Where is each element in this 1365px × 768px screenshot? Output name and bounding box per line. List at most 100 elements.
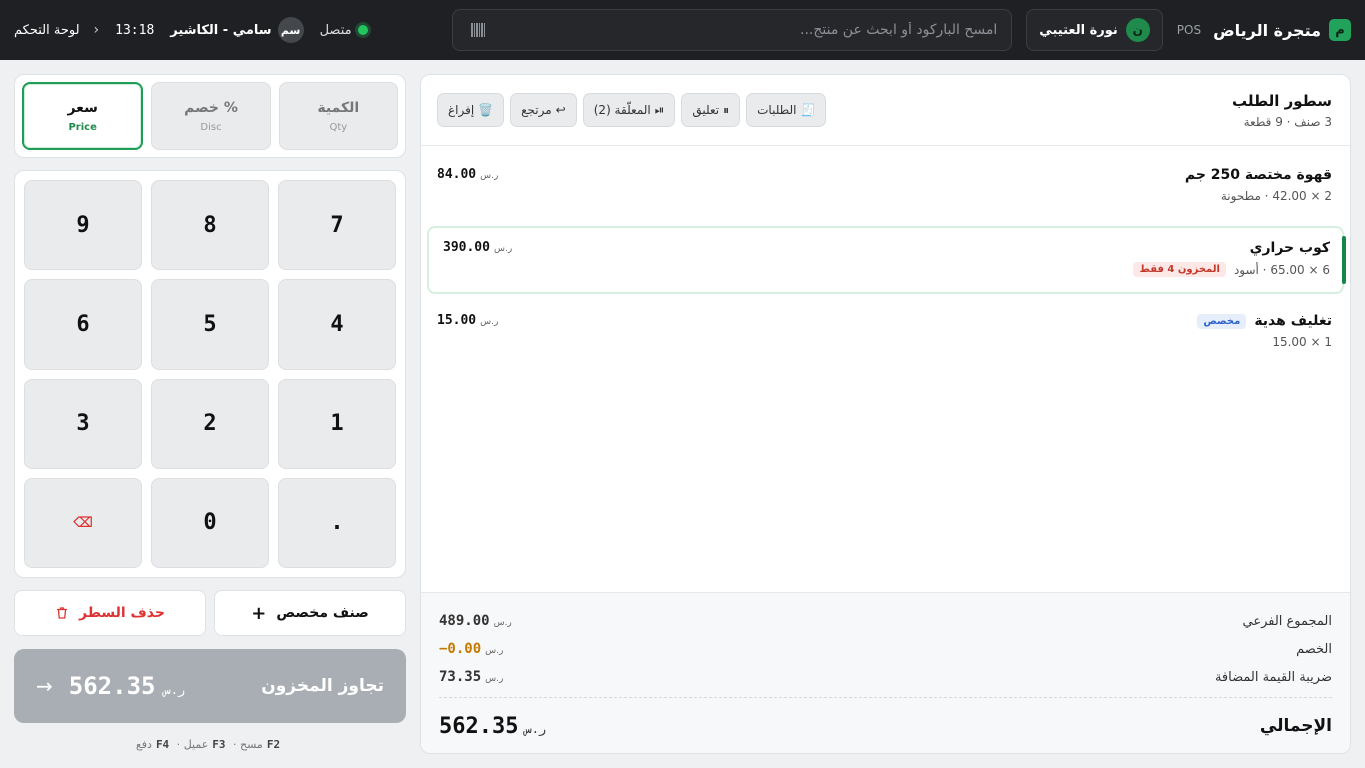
line-name: كوب حراري bbox=[1249, 240, 1330, 256]
key-8[interactable]: 8 bbox=[151, 180, 269, 271]
pause-icon: ⏸ bbox=[723, 102, 730, 117]
dashboard-link[interactable]: ‹ لوحة التحكم bbox=[14, 22, 99, 38]
key-7[interactable]: 7 bbox=[278, 180, 396, 271]
order-line-selected[interactable]: كوب حراري 6 × 65.00 · أسود المخزون 4 فقط… bbox=[427, 226, 1346, 294]
return-button[interactable]: ↩ مرتجع bbox=[510, 93, 577, 127]
custom-item-button[interactable]: صنف مخصص + bbox=[214, 590, 406, 636]
order-line[interactable]: قهوة مختصة 250 جم 2 × 42.00 · مطحونة 84.… bbox=[421, 167, 1350, 203]
held-label: المعلّقة (2) bbox=[593, 103, 651, 117]
currency: ر.س bbox=[485, 674, 504, 684]
pay-button[interactable]: تجاوز المخزون 562.35 ر.س → bbox=[14, 649, 406, 723]
order-summary: 3 صنف · 9 قطعة bbox=[1243, 114, 1332, 129]
cashier-info: سم سامي - الكاشير bbox=[170, 17, 304, 43]
grand-total-value: 562.35 bbox=[439, 713, 519, 739]
brand: م متجرة الرياض POS bbox=[1177, 19, 1351, 41]
line-name: قهوة مختصة 250 جم bbox=[1184, 167, 1332, 183]
order-title: سطور الطلب bbox=[1231, 91, 1332, 110]
mode-discount[interactable]: خصم % Disc bbox=[151, 82, 271, 150]
customer-name: نورة العتيبي bbox=[1039, 22, 1118, 38]
custom-badge: مخصص bbox=[1197, 313, 1247, 329]
grand-total-row: الإجمالي 562.35 ر.س bbox=[439, 698, 1332, 753]
key-9[interactable]: 9 bbox=[24, 180, 142, 271]
mode-sublabel: Price bbox=[68, 121, 97, 133]
delete-line-label: حذف السطر bbox=[79, 605, 165, 621]
mode-label: الكمية bbox=[317, 99, 360, 116]
currency: ر.س bbox=[524, 721, 547, 736]
mode-label: سعر bbox=[67, 99, 98, 116]
mode-price[interactable]: سعر Price bbox=[22, 82, 144, 150]
order-panel: سطور الطلب 3 صنف · 9 قطعة 🧾 الطلبات ⏸ تعلي… bbox=[420, 74, 1351, 754]
customer-selector[interactable]: ن نورة العتيبي bbox=[1026, 9, 1163, 51]
line-meta: 6 × 65.00 · أسود bbox=[1233, 262, 1330, 277]
held-orders-button[interactable]: ⏯ المعلّقة (2) bbox=[582, 93, 676, 127]
search-bar[interactable] bbox=[452, 9, 1013, 51]
vat-row: ضريبة القيمة المضافة 73.35 ر.س bbox=[439, 663, 1332, 691]
hold-button[interactable]: ⏸ تعليق bbox=[681, 93, 741, 127]
totals-section: المجموع الفرعي 489.00 ر.س الخصم −0.00 ر.س … bbox=[421, 592, 1350, 753]
top-bar: م متجرة الرياض POS ن نورة العتيبي متصل س… bbox=[0, 0, 1365, 60]
line-amount: 390.00 bbox=[443, 240, 490, 255]
search-input[interactable] bbox=[495, 22, 998, 38]
shortcut-key: F2 bbox=[266, 738, 281, 751]
key-4[interactable]: 4 bbox=[278, 279, 396, 370]
grand-total-label: الإجمالي bbox=[1259, 716, 1332, 736]
vat-label: ضريبة القيمة المضافة bbox=[1214, 669, 1332, 685]
key-3[interactable]: 3 bbox=[24, 378, 142, 469]
key-6[interactable]: 6 bbox=[24, 279, 142, 370]
line-actions: حذف السطر صنف مخصص + bbox=[14, 590, 406, 636]
shortcut-label: عميل bbox=[183, 738, 209, 751]
pay-amount: 562.35 ر.س bbox=[69, 672, 185, 700]
order-header: سطور الطلب 3 صنف · 9 قطعة 🧾 الطلبات ⏸ تعلي… bbox=[421, 75, 1350, 146]
orders-button[interactable]: 🧾 الطلبات bbox=[746, 93, 827, 127]
arrow-right-icon: → bbox=[36, 674, 53, 698]
brand-logo: م bbox=[1329, 19, 1351, 41]
clear-label: إفراغ bbox=[448, 103, 475, 117]
clock: 13:18 bbox=[115, 22, 155, 38]
status-label: متصل bbox=[319, 22, 352, 38]
line-price: 84.00 ر.س bbox=[437, 167, 498, 203]
key-decimal[interactable]: . bbox=[278, 477, 396, 568]
shortcut-label: دفع bbox=[135, 738, 152, 751]
key-5[interactable]: 5 bbox=[151, 279, 269, 370]
pay-currency: ر.س bbox=[163, 683, 186, 697]
clear-button[interactable]: 🗑️ إفراغ bbox=[437, 93, 505, 127]
key-1[interactable]: 1 bbox=[278, 378, 396, 469]
trash-icon bbox=[57, 607, 68, 619]
line-price: 15.00 ر.س bbox=[437, 313, 498, 349]
plus-icon: + bbox=[251, 602, 267, 624]
delete-line-button[interactable]: حذف السطر bbox=[14, 590, 206, 636]
customer-avatar: ن bbox=[1125, 18, 1150, 42]
status-dot-icon bbox=[357, 25, 368, 35]
order-actions: 🧾 الطلبات ⏸ تعليق ⏯ المعلّقة (2) ↩ مرتجع 🗑️ إ… bbox=[437, 93, 827, 127]
return-label: مرتجع bbox=[521, 103, 552, 117]
subtotal-value: 489.00 bbox=[439, 613, 490, 629]
dashboard-label: لوحة التحكم bbox=[14, 22, 80, 38]
barcode-icon bbox=[467, 23, 486, 37]
line-currency: ر.س bbox=[493, 244, 513, 254]
key-0[interactable]: 0 bbox=[151, 477, 269, 568]
pay-total: 562.35 bbox=[68, 672, 156, 700]
numeric-keypad: 9 8 7 6 5 4 3 2 1 ⌫ 0 . bbox=[14, 170, 406, 578]
chevron-icon: ‹ bbox=[93, 22, 100, 38]
line-amount: 84.00 bbox=[437, 167, 477, 182]
orders-label: الطلبات bbox=[757, 103, 797, 117]
shortcut-key: F4 bbox=[155, 738, 170, 751]
line-meta: 1 × 15.00 bbox=[1272, 335, 1332, 349]
stock-warning-badge: المخزون 4 فقط bbox=[1133, 262, 1226, 277]
mode-sublabel: Disc bbox=[200, 121, 222, 133]
line-currency: ر.س bbox=[480, 317, 499, 327]
backspace-icon[interactable]: ⌫ bbox=[24, 477, 142, 568]
order-line[interactable]: تغليف هدية مخصص 1 × 15.00 15.00 ر.س bbox=[421, 313, 1350, 349]
custom-item-label: صنف مخصص bbox=[276, 605, 369, 621]
play-pause-icon: ⏯ bbox=[654, 102, 665, 117]
line-price: 390.00 ر.س bbox=[443, 240, 512, 292]
line-name: تغليف هدية bbox=[1254, 313, 1332, 329]
trash-icon: 🗑️ bbox=[478, 103, 494, 117]
key-2[interactable]: 2 bbox=[151, 378, 269, 469]
connection-status: متصل bbox=[320, 23, 368, 38]
mode-sublabel: Qty bbox=[329, 121, 348, 133]
keyboard-shortcuts: F2مسح · F3عميل · F4دفع bbox=[135, 738, 281, 751]
discount-value: −0.00 bbox=[439, 641, 482, 657]
shortcut-key: F3 bbox=[212, 738, 226, 751]
mode-quantity[interactable]: الكمية Qty bbox=[278, 82, 398, 150]
